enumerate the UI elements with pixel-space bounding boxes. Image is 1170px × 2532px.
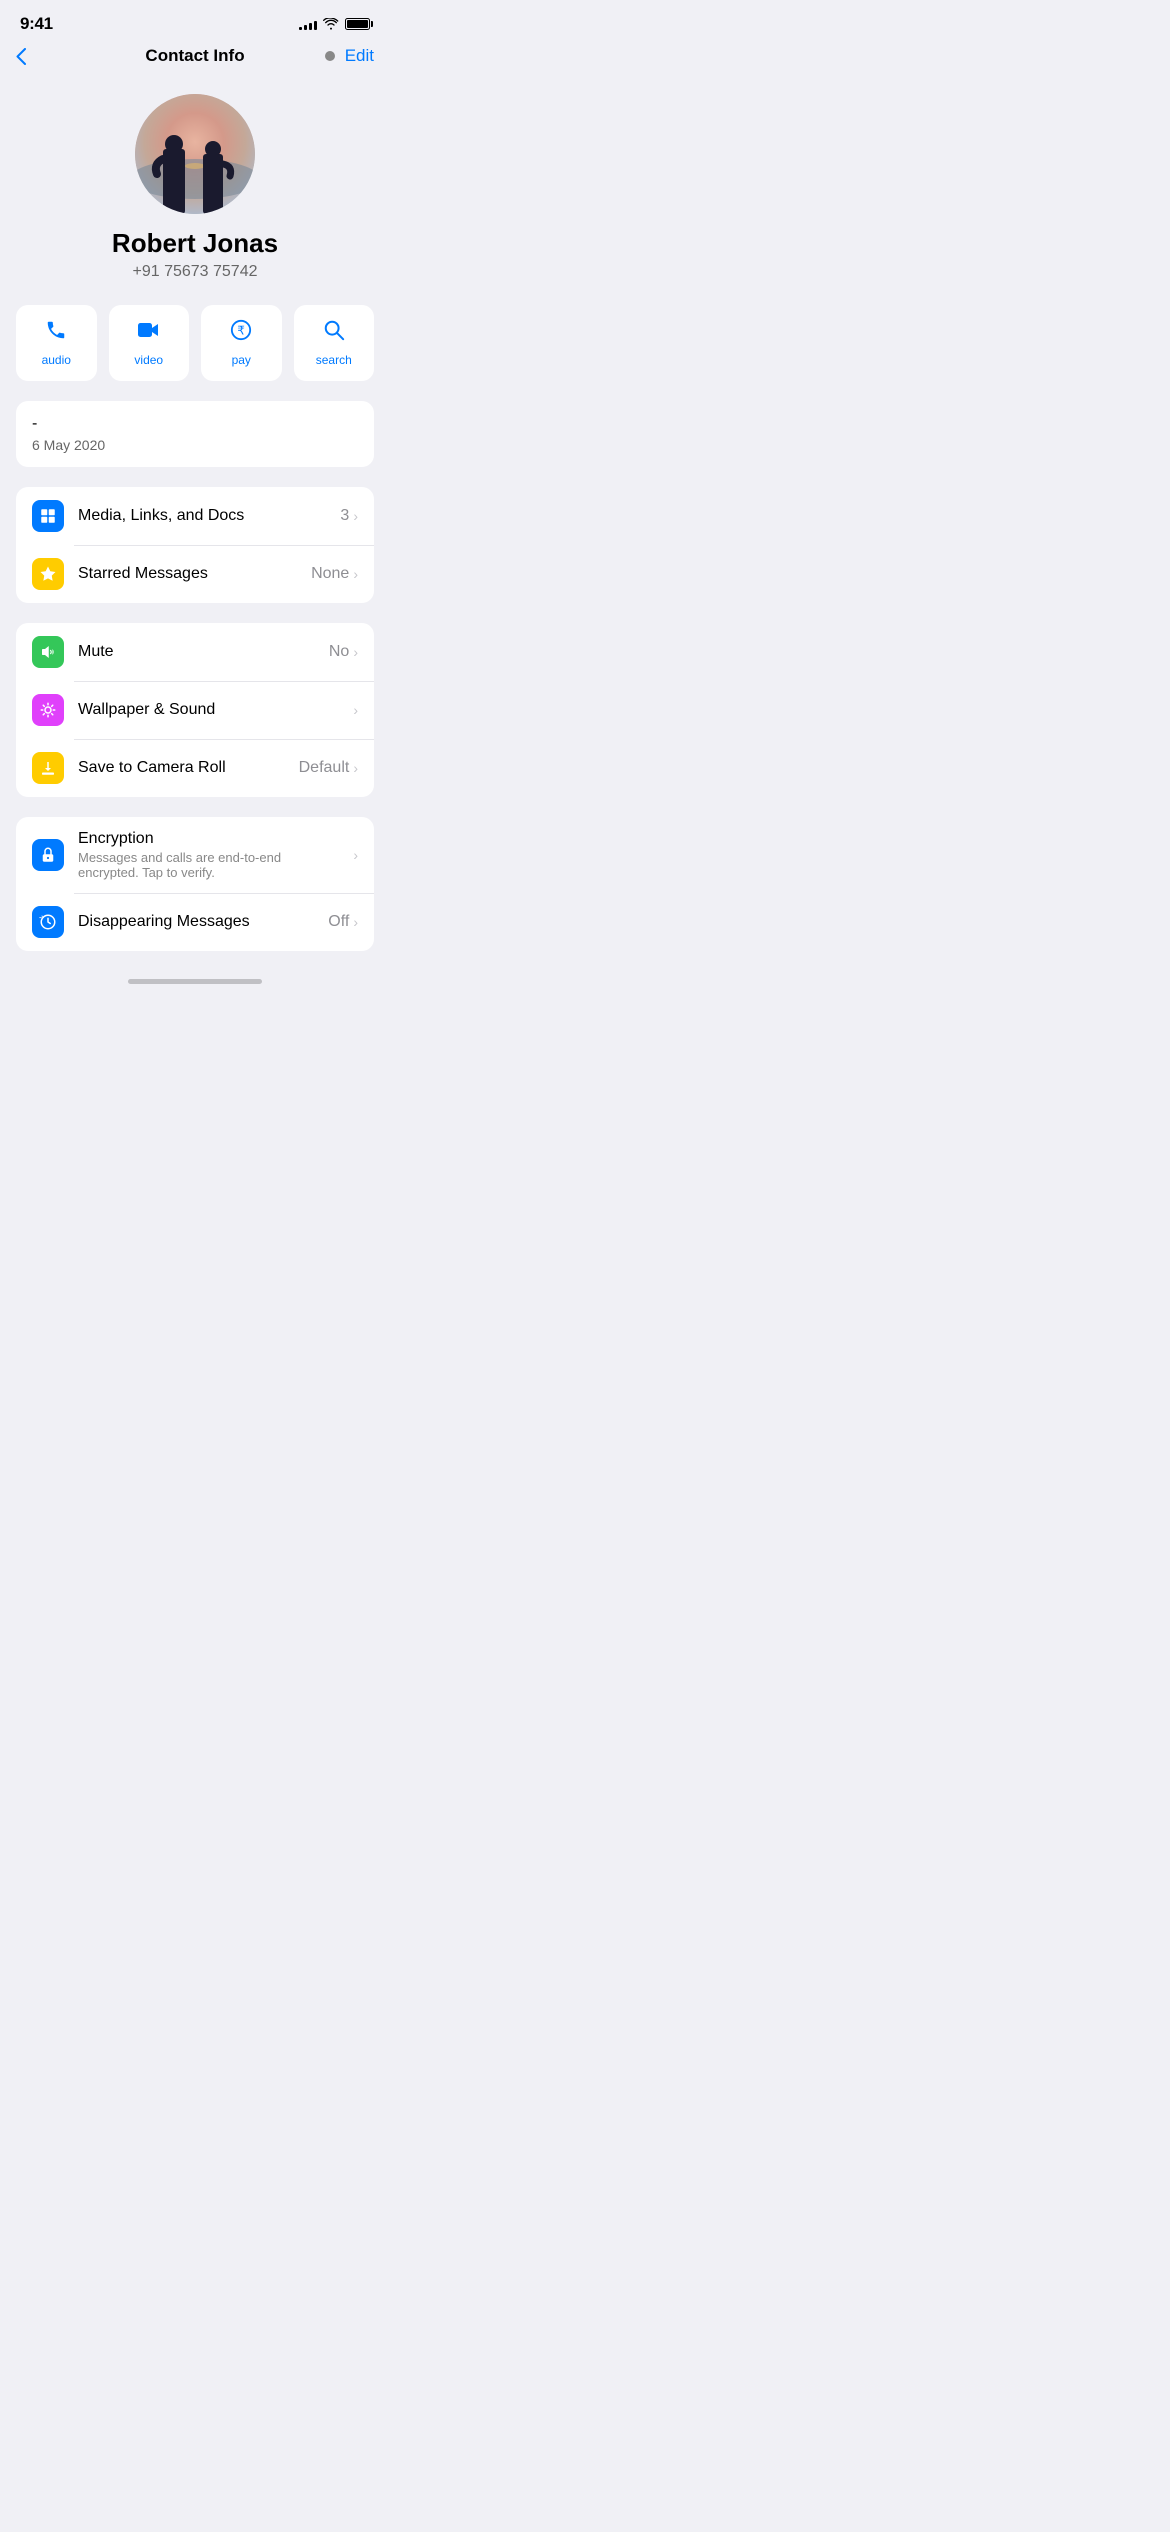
svg-text:₹: ₹ bbox=[237, 324, 245, 338]
media-chevron-icon: › bbox=[353, 508, 358, 524]
starred-messages-label: Starred Messages bbox=[78, 565, 208, 582]
settings-section: Mute No › Wallpaper & Sound › bbox=[16, 623, 374, 797]
camera-roll-item[interactable]: Save to Camera Roll Default › bbox=[16, 739, 374, 797]
media-links-docs-content: Media, Links, and Docs bbox=[78, 507, 326, 525]
contact-name: Robert Jonas bbox=[112, 228, 278, 259]
camera-roll-value: Default › bbox=[299, 759, 358, 777]
search-icon bbox=[323, 319, 345, 347]
encryption-chevron-icon: › bbox=[353, 847, 358, 863]
wallpaper-label: Wallpaper & Sound bbox=[78, 701, 215, 718]
disappearing-icon bbox=[32, 906, 64, 938]
video-label: video bbox=[134, 353, 163, 367]
camera-roll-chevron-icon: › bbox=[353, 760, 358, 776]
starred-messages-value: None › bbox=[311, 565, 358, 583]
back-button[interactable] bbox=[16, 48, 26, 65]
disappearing-messages-item[interactable]: Disappearing Messages Off › bbox=[16, 893, 374, 951]
mute-icon bbox=[32, 636, 64, 668]
status-dot bbox=[325, 51, 335, 61]
info-date: 6 May 2020 bbox=[32, 437, 358, 453]
encryption-value: › bbox=[353, 847, 358, 863]
media-links-docs-value: 3 › bbox=[340, 507, 358, 525]
home-bar bbox=[128, 979, 262, 984]
contact-phone: +91 75673 75742 bbox=[132, 263, 257, 281]
disappearing-status: Off bbox=[328, 913, 349, 931]
wifi-icon bbox=[323, 18, 339, 30]
info-card: - 6 May 2020 bbox=[16, 401, 374, 467]
encryption-content: Encryption Messages and calls are end-to… bbox=[78, 830, 339, 880]
wallpaper-content: Wallpaper & Sound bbox=[78, 701, 339, 719]
disappearing-chevron-icon: › bbox=[353, 914, 358, 930]
action-buttons: audio video ₹ pay search bbox=[0, 305, 390, 381]
audio-button[interactable]: audio bbox=[16, 305, 97, 381]
nav-bar: Contact Info Edit bbox=[0, 42, 390, 78]
mute-label: Mute bbox=[78, 643, 114, 660]
avatar[interactable] bbox=[135, 94, 255, 214]
phone-icon bbox=[45, 319, 67, 347]
status-icons bbox=[299, 18, 370, 30]
battery-icon bbox=[345, 18, 370, 30]
rupee-icon: ₹ bbox=[230, 319, 252, 347]
audio-label: audio bbox=[42, 353, 71, 367]
media-section: Media, Links, and Docs 3 › Starred Messa… bbox=[16, 487, 374, 603]
mute-item[interactable]: Mute No › bbox=[16, 623, 374, 681]
encryption-subtitle: Messages and calls are end-to-end encryp… bbox=[78, 850, 339, 880]
camera-roll-label: Save to Camera Roll bbox=[78, 759, 226, 776]
starred-icon bbox=[32, 558, 64, 590]
edit-button[interactable]: Edit bbox=[345, 46, 374, 66]
signal-bars-icon bbox=[299, 18, 317, 30]
pay-button[interactable]: ₹ pay bbox=[201, 305, 282, 381]
encryption-label: Encryption bbox=[78, 830, 154, 847]
search-label: search bbox=[316, 353, 352, 367]
info-dash: - bbox=[32, 415, 358, 433]
avatar-image bbox=[135, 94, 255, 214]
pay-label: pay bbox=[232, 353, 251, 367]
starred-chevron-icon: › bbox=[353, 566, 358, 582]
starred-messages-content: Starred Messages bbox=[78, 565, 297, 583]
encryption-item[interactable]: Encryption Messages and calls are end-to… bbox=[16, 817, 374, 893]
wallpaper-chevron-icon: › bbox=[353, 702, 358, 718]
camera-roll-icon bbox=[32, 752, 64, 784]
mute-content: Mute bbox=[78, 643, 315, 661]
security-section: Encryption Messages and calls are end-to… bbox=[16, 817, 374, 951]
profile-section: Robert Jonas +91 75673 75742 bbox=[0, 78, 390, 305]
mute-chevron-icon: › bbox=[353, 644, 358, 660]
wallpaper-value: › bbox=[353, 702, 358, 718]
media-links-docs-label: Media, Links, and Docs bbox=[78, 507, 244, 524]
media-count: 3 bbox=[340, 507, 349, 525]
camera-roll-content: Save to Camera Roll bbox=[78, 759, 285, 777]
disappearing-messages-content: Disappearing Messages bbox=[78, 913, 314, 931]
disappearing-messages-label: Disappearing Messages bbox=[78, 913, 250, 930]
wallpaper-icon bbox=[32, 694, 64, 726]
wallpaper-sound-item[interactable]: Wallpaper & Sound › bbox=[16, 681, 374, 739]
search-button[interactable]: search bbox=[294, 305, 375, 381]
video-button[interactable]: video bbox=[109, 305, 190, 381]
video-icon bbox=[137, 319, 161, 347]
media-icon bbox=[32, 500, 64, 532]
home-indicator bbox=[0, 971, 390, 988]
nav-right: Edit bbox=[325, 46, 374, 66]
mute-status: No bbox=[329, 643, 349, 661]
disappearing-messages-value: Off › bbox=[328, 913, 358, 931]
media-links-docs-item[interactable]: Media, Links, and Docs 3 › bbox=[16, 487, 374, 545]
page-title: Contact Info bbox=[145, 46, 244, 66]
camera-roll-status: Default bbox=[299, 759, 350, 777]
status-bar: 9:41 bbox=[0, 0, 390, 42]
starred-value: None bbox=[311, 565, 349, 583]
starred-messages-item[interactable]: Starred Messages None › bbox=[16, 545, 374, 603]
mute-value: No › bbox=[329, 643, 358, 661]
status-time: 9:41 bbox=[20, 14, 53, 34]
encryption-icon bbox=[32, 839, 64, 871]
